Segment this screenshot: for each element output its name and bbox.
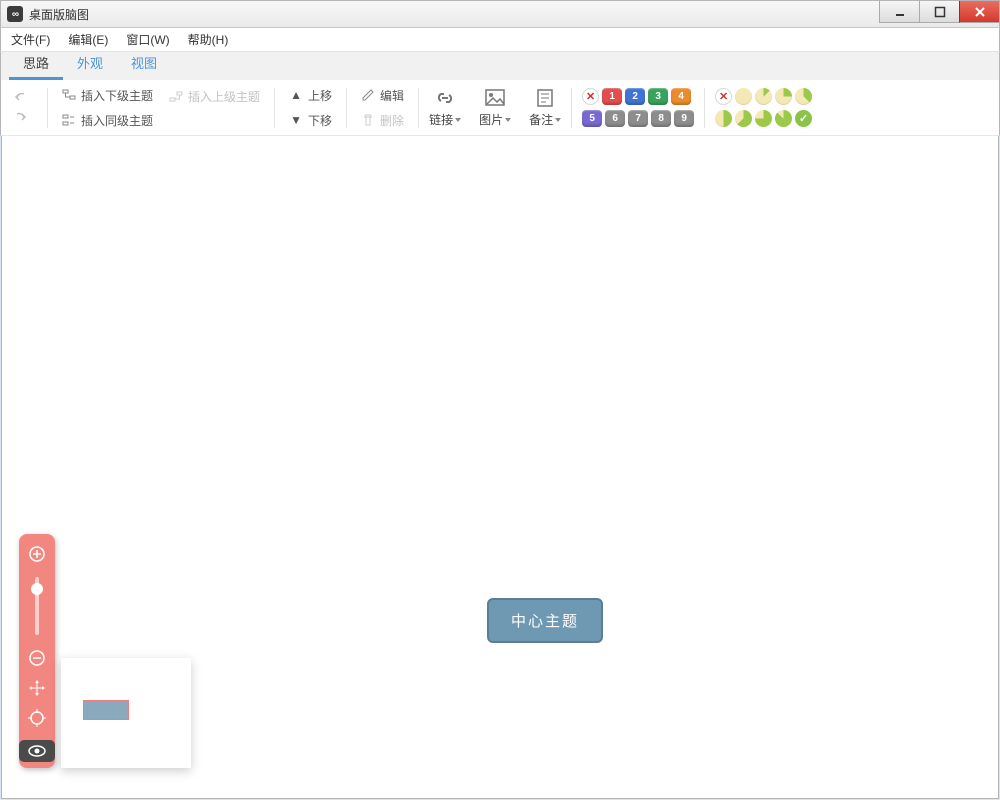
maximize-button[interactable] <box>919 1 959 23</box>
move-up[interactable]: ▲ 上移 <box>285 85 336 106</box>
navigator-panel <box>19 534 191 768</box>
insert-child-label: 插入下级主题 <box>81 87 153 104</box>
progress-clear[interactable]: ✕ <box>715 88 732 105</box>
insert-child-topic[interactable]: 插入下级主题 <box>58 85 157 106</box>
move-down[interactable]: ▼ 下移 <box>285 110 336 131</box>
zoom-out-button[interactable] <box>27 648 47 668</box>
mindmap-canvas[interactable]: 中心主题 <box>1 136 999 799</box>
priority-2[interactable]: 2 <box>625 88 645 105</box>
trash-icon <box>361 113 375 127</box>
tab-look[interactable]: 外观 <box>63 47 117 80</box>
priority-3[interactable]: 3 <box>648 88 668 105</box>
insert-link[interactable]: 链接 <box>429 87 461 128</box>
arrow-down-icon: ▼ <box>289 113 303 127</box>
central-topic-node[interactable]: 中心主题 <box>487 598 603 643</box>
delete-node: 删除 <box>357 110 408 131</box>
insert-sibling-topic[interactable]: 插入同级主题 <box>58 110 157 131</box>
insert-parent-label: 插入上级主题 <box>188 88 260 105</box>
priority-markers: ✕ 1 2 3 4 5 6 7 8 9 <box>582 88 694 127</box>
progress-75[interactable] <box>755 110 772 127</box>
insert-sibling-label: 插入同级主题 <box>81 112 153 129</box>
locate-button[interactable] <box>27 708 47 728</box>
tab-think[interactable]: 思路 <box>9 47 63 80</box>
minimize-button[interactable] <box>879 1 919 23</box>
note-icon <box>534 87 556 109</box>
insert-parent-topic: 插入上级主题 <box>165 86 264 107</box>
progress-62[interactable] <box>735 110 752 127</box>
progress-87[interactable] <box>775 110 792 127</box>
close-button[interactable] <box>959 1 999 23</box>
edit-node[interactable]: 编辑 <box>357 85 408 106</box>
image-icon <box>484 87 506 109</box>
priority-8[interactable]: 8 <box>651 110 671 127</box>
priority-7[interactable]: 7 <box>628 110 648 127</box>
link-icon <box>434 87 456 109</box>
menu-file[interactable]: 文件(F) <box>11 31 50 48</box>
progress-25[interactable] <box>775 88 792 105</box>
toolbar: 插入下级主题 插入同级主题 插入上级主题 . ▲ 上移 ▼ 下移 <box>0 80 1000 136</box>
zoom-strip <box>19 534 55 768</box>
menu-window[interactable]: 窗口(W) <box>126 31 169 48</box>
priority-clear[interactable]: ✕ <box>582 88 599 105</box>
window-controls <box>879 1 999 23</box>
minimap-viewport[interactable] <box>83 700 129 720</box>
tab-view[interactable]: 视图 <box>117 47 171 80</box>
insert-parent-icon <box>169 90 183 104</box>
redo-button[interactable] <box>13 111 31 125</box>
zoom-in-button[interactable] <box>27 544 47 564</box>
zoom-slider[interactable] <box>35 577 39 635</box>
undo-button[interactable] <box>13 91 31 105</box>
progress-done[interactable] <box>795 110 812 127</box>
priority-1[interactable]: 1 <box>602 88 622 105</box>
edit-icon <box>361 88 375 102</box>
progress-0[interactable] <box>735 88 752 105</box>
insert-child-icon <box>62 88 76 102</box>
insert-note[interactable]: 备注 <box>529 87 561 128</box>
progress-37[interactable] <box>795 88 812 105</box>
progress-markers: ✕ <box>715 88 812 127</box>
toggle-minimap[interactable] <box>19 740 55 762</box>
priority-6[interactable]: 6 <box>605 110 625 127</box>
priority-4[interactable]: 4 <box>671 88 691 105</box>
progress-12[interactable] <box>755 88 772 105</box>
minimap[interactable] <box>61 658 191 768</box>
window-title: 桌面版脑图 <box>29 6 89 23</box>
menu-help[interactable]: 帮助(H) <box>188 31 229 48</box>
progress-50[interactable] <box>715 110 732 127</box>
priority-9[interactable]: 9 <box>674 110 694 127</box>
tabbar: 思路 外观 视图 <box>0 52 1000 80</box>
titlebar: ∞ 桌面版脑图 <box>0 0 1000 28</box>
insert-sibling-icon <box>62 113 76 127</box>
app-icon: ∞ <box>7 6 23 22</box>
priority-5[interactable]: 5 <box>582 110 602 127</box>
arrow-up-icon: ▲ <box>289 88 303 102</box>
pan-button[interactable] <box>27 678 47 698</box>
insert-image[interactable]: 图片 <box>479 87 511 128</box>
menu-edit[interactable]: 编辑(E) <box>68 31 108 48</box>
